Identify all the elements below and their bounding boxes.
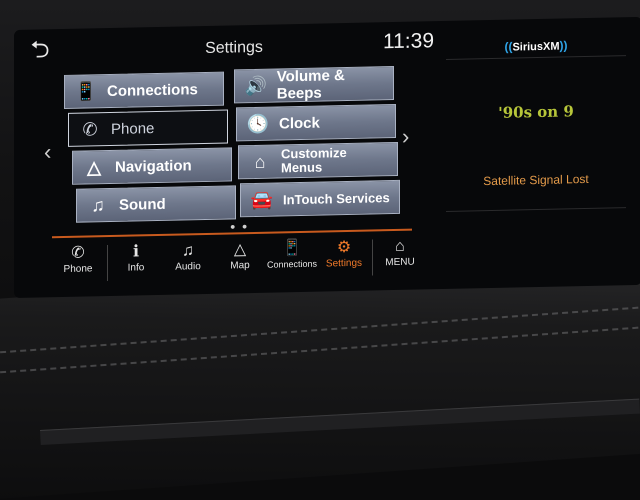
panel-divider: [446, 55, 626, 60]
navigation-icon: △: [87, 156, 101, 177]
nav-label: Audio: [175, 261, 201, 273]
nav-label: MENU: [385, 256, 415, 269]
nav-label: Map: [230, 260, 250, 272]
nav-audio[interactable]: ♫ Audio: [162, 241, 214, 273]
tile-connections[interactable]: 📱 Connections: [64, 71, 224, 109]
next-page-arrow[interactable]: ›: [402, 124, 409, 150]
tile-customize-menus[interactable]: ⌂ Customize Menus: [238, 141, 398, 180]
page-indicator: ● ●: [230, 221, 250, 232]
phone-connect-icon: 📱: [74, 80, 98, 102]
car-service-icon: 🚘: [250, 189, 274, 210]
nav-info[interactable]: ℹ Info: [110, 242, 162, 274]
info-icon: ℹ: [132, 243, 140, 261]
page-title: Settings: [205, 38, 263, 57]
signal-status: Satellite Signal Lost: [483, 171, 589, 189]
handset-icon: ✆: [71, 244, 85, 262]
music-note-icon: ♫: [91, 194, 105, 215]
tile-navigation[interactable]: △ Navigation: [72, 147, 232, 185]
nav-divider: [372, 239, 373, 276]
status-bar: ⮌ Settings 11:39: [14, 21, 434, 70]
tile-label: Customize Menus: [281, 145, 347, 176]
siriusxm-logo: ((SiriusXM)): [446, 37, 626, 55]
tile-volume-beeps[interactable]: 🔊 Volume & Beeps: [234, 66, 394, 104]
tile-clock[interactable]: 🕓 Clock: [236, 103, 396, 142]
back-arrow-icon[interactable]: ⮌: [24, 36, 56, 64]
tile-label: InTouch Services: [283, 189, 390, 207]
nav-settings[interactable]: ⚙ Settings: [318, 238, 370, 270]
prev-page-arrow[interactable]: ‹: [44, 139, 51, 165]
connections-icon: 📱: [282, 239, 302, 258]
channel-logo: '90s on 9: [498, 102, 574, 122]
nav-menu[interactable]: ⌂ MENU: [374, 236, 426, 268]
brand-text: SiriusXM: [512, 40, 560, 54]
bottom-nav: ✆ Phone ℹ Info ♫ Audio △ Map 📱 Connectio…: [52, 228, 415, 291]
nav-label: Info: [127, 262, 145, 274]
tile-label: Sound: [119, 195, 166, 214]
tile-sound[interactable]: ♫ Sound: [76, 185, 236, 223]
map-arrow-icon: △: [233, 241, 247, 259]
clock-icon: 🕓: [246, 113, 270, 134]
tile-label: Connections: [107, 80, 198, 100]
nav-phone[interactable]: ✆ Phone: [52, 243, 104, 275]
speaker-icon: 🔊: [244, 75, 268, 96]
nav-label: Settings: [325, 257, 363, 270]
settings-grid: 📱 Connections 🔊 Volume & Beeps ✆ Phone 🕓…: [64, 64, 400, 231]
panel-divider: [446, 207, 626, 212]
handset-icon: ✆: [82, 118, 98, 140]
tile-label: Volume & Beeps: [276, 67, 345, 103]
radio-panel[interactable]: ((SiriusXM)) '90s on 9 Satellite Signal …: [446, 31, 626, 235]
tile-label: Navigation: [115, 156, 192, 176]
clock-time: 11:39: [383, 29, 434, 54]
nav-label: Connections: [266, 258, 318, 270]
nav-divider: [107, 245, 108, 282]
home-icon: ⌂: [395, 237, 405, 256]
nav-map[interactable]: △ Map: [214, 240, 266, 272]
nav-label: Phone: [63, 263, 93, 275]
tile-label: Clock: [279, 114, 320, 132]
tile-phone[interactable]: ✆ Phone: [68, 109, 228, 147]
infotainment-screen: ⮌ Settings 11:39 ‹ › 📱 Connections 🔊 Vol…: [14, 16, 640, 298]
home-icon: ⌂: [254, 151, 266, 172]
signal-wave-icon: )): [559, 38, 568, 53]
gear-icon: ⚙: [336, 238, 352, 257]
nav-connections[interactable]: 📱 Connections: [266, 239, 318, 270]
music-icon: ♫: [182, 242, 194, 260]
tile-intouch-services[interactable]: 🚘 InTouch Services: [240, 179, 400, 218]
tile-label: Phone: [111, 119, 155, 138]
